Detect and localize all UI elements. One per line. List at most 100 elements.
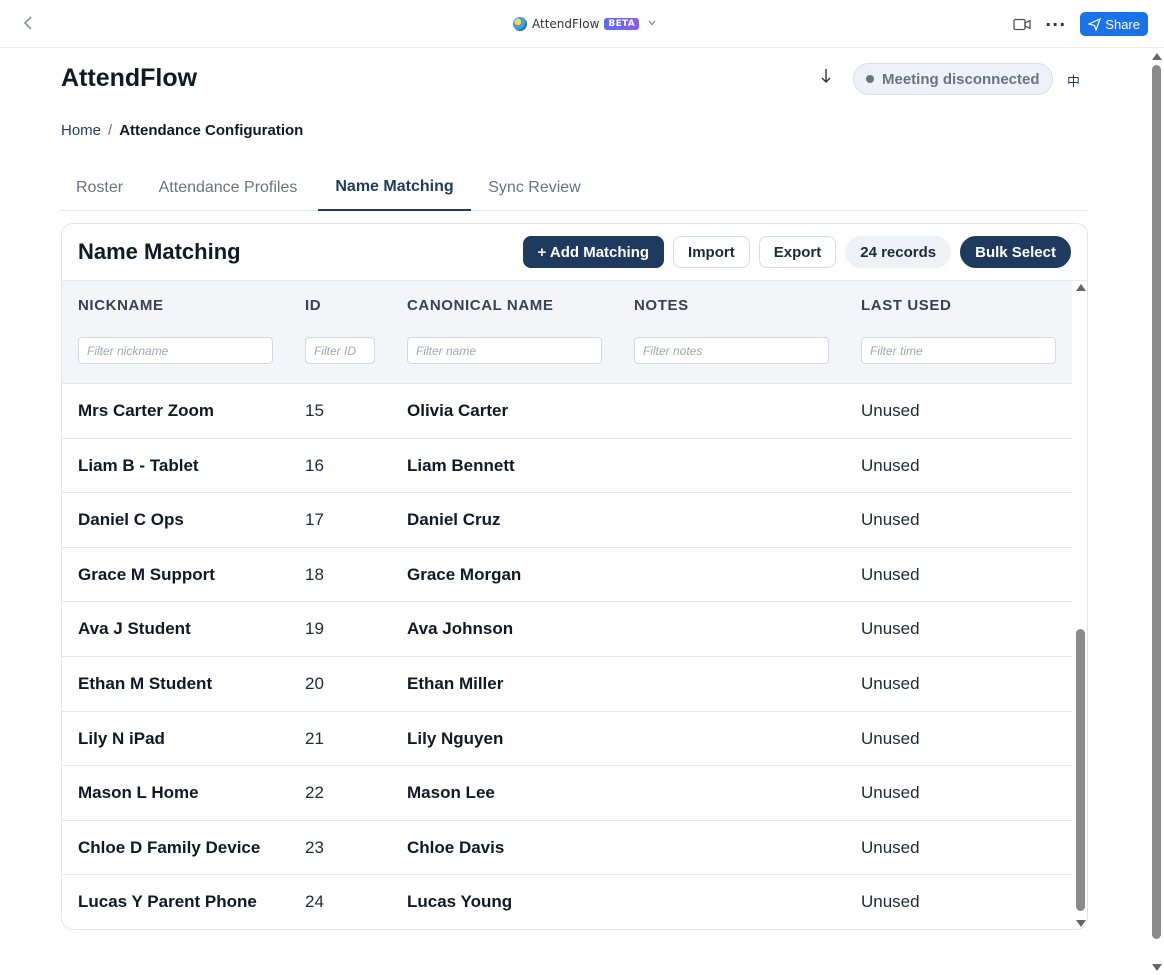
table-row[interactable]: Grace M Support 18 Grace Morgan Unused [62, 548, 1072, 603]
column-header-nickname[interactable]: NICKNAME [78, 297, 164, 314]
cell-last-used: Unused [861, 783, 920, 803]
status-dot [866, 75, 874, 83]
cell-id: 23 [305, 837, 324, 857]
page-scroll-up-arrow-icon[interactable] [1152, 53, 1162, 60]
cell-id: 17 [305, 510, 324, 530]
window-app-name: AttendFlow [532, 17, 600, 31]
cell-nickname: Daniel C Ops [78, 510, 184, 530]
table-row[interactable]: Liam B - Tablet 16 Liam Bennett Unused [62, 439, 1072, 494]
cell-nickname: Grace M Support [78, 564, 215, 584]
cell-id: 16 [305, 455, 324, 475]
tab-roster[interactable]: Roster [61, 165, 138, 211]
page-title: AttendFlow [61, 64, 198, 92]
page-scroll-down-arrow-icon[interactable] [1152, 964, 1162, 971]
cell-last-used: Unused [861, 837, 920, 857]
filter-nickname-input[interactable] [78, 337, 273, 364]
import-button[interactable]: Import [673, 236, 750, 268]
tab-bar: Roster Attendance Profiles Name Matching… [61, 165, 1087, 211]
scroll-up-arrow-icon[interactable] [1076, 284, 1086, 291]
cell-canonical-name: Liam Bennett [407, 455, 515, 475]
video-camera-icon[interactable] [1013, 17, 1031, 31]
cell-nickname: Ava J Student [78, 619, 191, 639]
cell-canonical-name: Daniel Cruz [407, 510, 501, 530]
table-header: NICKNAME ID CANONICAL NAME NOTES LAST US… [62, 281, 1072, 331]
beta-badge: BETA [604, 18, 640, 30]
table-row[interactable]: Daniel C Ops 17 Daniel Cruz Unused [62, 493, 1072, 548]
table-row[interactable]: Mason L Home 22 Mason Lee Unused [62, 766, 1072, 821]
tab-name-matching[interactable]: Name Matching [318, 165, 471, 211]
cell-canonical-name: Olivia Carter [407, 401, 509, 420]
cell-id: 19 [305, 619, 324, 639]
cell-id: 20 [305, 673, 324, 693]
globe-icon [513, 17, 527, 31]
table-row[interactable]: Mrs Carter Zoom 15 Olivia Carter Unused [62, 384, 1072, 439]
filter-notes-input[interactable] [634, 337, 829, 364]
cell-last-used: Unused [861, 619, 920, 639]
records-count-badge: 24 records [845, 236, 952, 268]
meeting-status-badge[interactable]: Meeting disconnected [853, 63, 1053, 95]
table-row[interactable]: Lucas Y Parent Phone 24 Lucas Young Unus… [62, 875, 1072, 929]
cell-last-used: Unused [861, 728, 920, 748]
export-button[interactable]: Export [758, 236, 837, 268]
breadcrumb-separator: / [108, 122, 113, 139]
tab-sync-review[interactable]: Sync Review [471, 165, 598, 211]
scroll-down-arrow-icon[interactable] [1076, 920, 1086, 927]
share-button[interactable]: Share [1080, 12, 1148, 36]
table-scrollbar[interactable] [1073, 281, 1087, 929]
cell-nickname: Mrs Carter Zoom [78, 401, 215, 420]
matching-table: NICKNAME ID CANONICAL NAME NOTES LAST US… [62, 281, 1072, 929]
table-scrollbar-thumb[interactable] [1076, 629, 1085, 911]
cell-canonical-name: Lucas Young [407, 892, 513, 912]
more-horizontal-icon[interactable]: ··· [1045, 15, 1066, 34]
cell-canonical-name: Chloe Davis [407, 837, 505, 857]
cell-last-used: Unused [861, 892, 920, 912]
language-toggle[interactable]: 中 [1067, 71, 1080, 90]
cell-nickname: Mason L Home [78, 783, 199, 803]
card-title: Name Matching [78, 239, 241, 264]
card-actions: + Add Matching Import Export 24 records … [522, 236, 1071, 268]
cell-nickname: Chloe D Family Device [78, 837, 261, 857]
cell-id: 15 [305, 401, 324, 420]
table-row[interactable]: Chloe D Family Device 23 Chloe Davis Unu… [62, 821, 1072, 876]
column-header-notes[interactable]: NOTES [634, 297, 689, 314]
cell-nickname: Lucas Y Parent Phone [78, 892, 257, 912]
card-header: Name Matching + Add Matching Import Expo… [62, 224, 1087, 281]
chevron-down-icon[interactable] [648, 19, 656, 29]
cell-canonical-name: Ethan Miller [407, 673, 504, 693]
filter-id-input[interactable] [305, 337, 375, 364]
column-header-last-used[interactable]: LAST USED [861, 297, 951, 314]
cell-nickname: Lily N iPad [78, 728, 165, 748]
cell-nickname: Liam B - Tablet [78, 455, 199, 475]
column-header-id[interactable]: ID [305, 297, 321, 314]
add-matching-button[interactable]: + Add Matching [522, 236, 665, 268]
cell-canonical-name: Lily Nguyen [407, 728, 504, 748]
filter-time-input[interactable] [861, 337, 1056, 364]
page-scrollbar[interactable] [1148, 49, 1164, 975]
cell-canonical-name: Ava Johnson [407, 619, 514, 639]
cell-last-used: Unused [861, 455, 920, 475]
name-matching-card: Name Matching + Add Matching Import Expo… [61, 223, 1088, 930]
filter-name-input[interactable] [407, 337, 602, 364]
share-label: Share [1105, 16, 1140, 32]
table-row[interactable]: Lily N iPad 21 Lily Nguyen Unused [62, 712, 1072, 767]
breadcrumb-home-link[interactable]: Home [61, 122, 101, 139]
cell-canonical-name: Mason Lee [407, 783, 495, 803]
send-icon [1088, 17, 1102, 31]
cell-last-used: Unused [861, 401, 920, 420]
table-row[interactable]: Ava J Student 19 Ava Johnson Unused [62, 602, 1072, 657]
cell-last-used: Unused [861, 564, 920, 584]
bulk-select-button[interactable]: Bulk Select [960, 236, 1071, 268]
cell-canonical-name: Grace Morgan [407, 564, 522, 584]
tab-attendance-profiles[interactable]: Attendance Profiles [138, 165, 318, 211]
meeting-status-text: Meeting disconnected [882, 70, 1040, 88]
cell-id: 24 [305, 892, 324, 912]
back-icon[interactable] [18, 13, 38, 33]
window-titlebar: AttendFlow BETA ··· Share [0, 0, 1164, 48]
table-row[interactable]: Ethan M Student 20 Ethan Miller Unused [62, 657, 1072, 712]
cell-id: 21 [305, 728, 324, 748]
app-switcher[interactable]: AttendFlow BETA [513, 15, 656, 33]
download-arrow-icon[interactable] [821, 68, 831, 89]
titlebar-actions: ··· Share [1013, 12, 1148, 36]
column-header-canonical-name[interactable]: CANONICAL NAME [407, 297, 553, 314]
page-scrollbar-thumb[interactable] [1152, 65, 1161, 939]
